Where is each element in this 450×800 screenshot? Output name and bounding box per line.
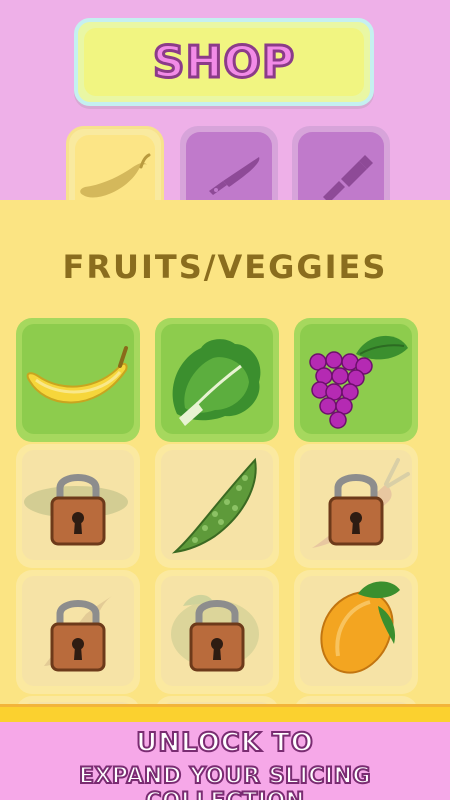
banana-icon [26,346,128,404]
padlock-icon [50,474,106,546]
pepper-icon [80,153,151,198]
item-pepper-locked[interactable] [16,570,140,694]
item-lemon-locked[interactable] [155,570,279,694]
item-carrot-locked[interactable] [294,444,418,568]
grapes-icon [309,335,408,429]
lettuce-icon [172,339,261,426]
footer-line1: UNLOCK TO [135,727,314,759]
knife-icon [209,157,260,195]
bitter-gourd-icon [171,457,257,554]
shop-header-inner: SHOP [84,28,364,96]
padlock-icon [328,474,384,546]
item-mango[interactable] [294,570,418,694]
item-grapes[interactable] [294,318,418,442]
item-banana[interactable] [16,318,140,442]
item-grid [16,318,436,708]
padlock-icon [189,600,245,672]
section-title: FRUITS/VEGGIES [62,248,388,286]
mango-icon [320,581,400,674]
shop-header: SHOP [74,18,374,106]
item-bitter-gourd[interactable] [155,444,279,568]
item-lettuce[interactable] [155,318,279,442]
shop-title: SHOP [151,35,296,89]
item-cucumber-locked[interactable] [16,444,140,568]
padlock-icon [50,600,106,672]
panel-bottom-bar [0,704,450,722]
paint-brush-icon [323,155,373,203]
footer-line2: EXPAND YOUR SLICING COLLECTION [78,763,372,800]
